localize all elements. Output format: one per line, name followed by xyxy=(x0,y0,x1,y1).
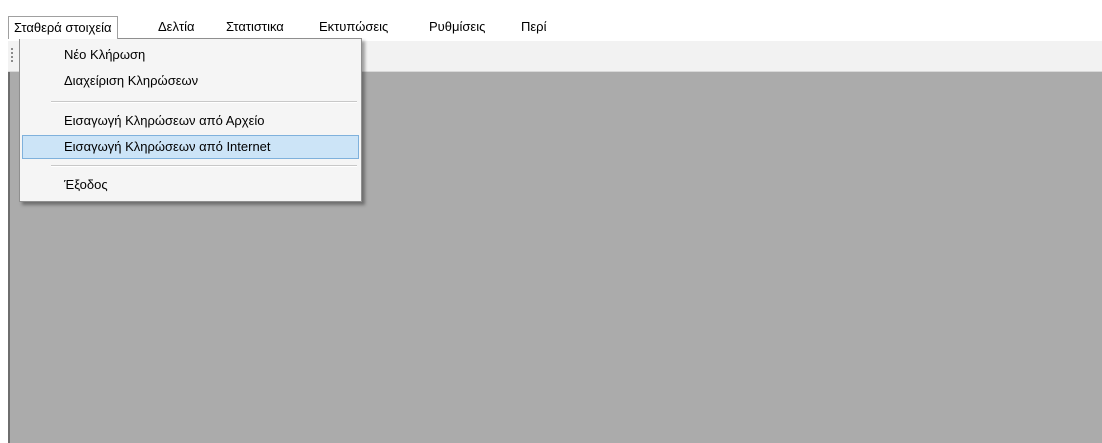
app-window: Σταθερά στοιχεία Δελτία Στατιστικα Εκτυπ… xyxy=(0,0,1102,443)
menu-item-neo-klirosi[interactable]: Νέο Κλήρωση xyxy=(22,43,359,67)
menu-deltia[interactable]: Δελτία xyxy=(152,17,201,37)
menu-item-diaxeirisi-kliroseon[interactable]: Διαχείριση Κληρώσεων xyxy=(22,69,359,93)
menu-item-exodos[interactable]: Έξοδος xyxy=(22,173,359,197)
toolbar-grip-icon[interactable] xyxy=(11,48,14,64)
menu-item-eisagogi-apo-arxeio[interactable]: Εισαγωγή Κληρώσεων από Αρχείο xyxy=(22,109,359,133)
menu-separator xyxy=(51,101,357,103)
menu-statistika[interactable]: Στατιστικα xyxy=(220,17,290,37)
menu-rythmiseis[interactable]: Ρυθμίσεις xyxy=(423,17,491,37)
menu-separator xyxy=(51,165,357,167)
menu-peri[interactable]: Περί xyxy=(515,17,552,37)
menu-stathera-stoixeia[interactable]: Σταθερά στοιχεία xyxy=(8,16,118,39)
menu-ektyposeis[interactable]: Εκτυπώσεις xyxy=(313,17,394,37)
menu-bar: Σταθερά στοιχεία Δελτία Στατιστικα Εκτυπ… xyxy=(8,14,1102,40)
menu-item-eisagogi-apo-internet[interactable]: Εισαγωγή Κληρώσεων από Internet xyxy=(22,135,359,159)
dropdown-menu-stathera-stoixeia: Νέο Κλήρωση Διαχείριση Κληρώσεων Εισαγωγ… xyxy=(19,38,362,202)
